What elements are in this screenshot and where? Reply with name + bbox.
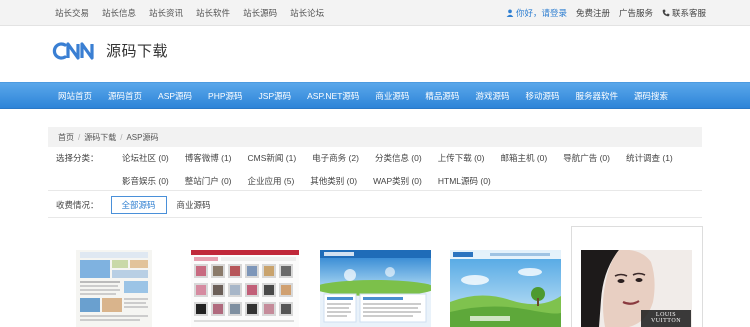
breadcrumb-separator: / [120, 132, 123, 142]
top-account: 你好，请登录 免费注册 广告服务 联系客服 [506, 0, 706, 26]
nav-source-home[interactable]: 源码首页 [108, 90, 142, 102]
category-wap[interactable]: WAP类别 (0) [373, 175, 422, 187]
source-thumbnail[interactable]: LOUIS VUITTON [581, 250, 692, 327]
nav-server-software[interactable]: 服务器软件 [575, 90, 618, 102]
thumbnail-image [191, 250, 299, 327]
category-enterprise[interactable]: 企业应用 (5) [248, 175, 295, 187]
category-label: 选择分类： [56, 153, 99, 163]
contact-text: 联系客服 [671, 8, 706, 18]
source-thumbnail[interactable] [320, 250, 431, 327]
nav-php[interactable]: PHP源码 [208, 90, 242, 102]
nav-asp[interactable]: ASP源码 [158, 90, 192, 102]
breadcrumb-home[interactable]: 首页 [58, 132, 74, 143]
phone-icon [662, 9, 670, 17]
nav-mobile[interactable]: 移动源码 [525, 90, 559, 102]
thumbnail-image [320, 250, 431, 327]
breadcrumb-separator: / [78, 132, 81, 142]
logo-text: 源码下载 [106, 43, 169, 60]
category-classifieds[interactable]: 分类信息 (0) [375, 152, 422, 164]
breadcrumb-downloads[interactable]: 源码下载 [84, 132, 116, 143]
category-ecommerce[interactable]: 电子商务 (2) [312, 152, 359, 164]
top-link-news[interactable]: 站长资讯 [149, 7, 183, 19]
register-link[interactable]: 免费注册 [576, 7, 610, 19]
site-logo[interactable]: 源码下载 [52, 40, 168, 61]
nav-games[interactable]: 游戏源码 [475, 90, 509, 102]
divider [48, 190, 702, 191]
user-icon [506, 9, 514, 17]
category-nav-ads[interactable]: 导航广告 (0) [563, 152, 610, 164]
main-nav: 网站首页 源码首页 ASP源码 PHP源码 JSP源码 ASP.NET源码 商业… [0, 82, 750, 109]
contact-link[interactable]: 联系客服 [662, 7, 706, 19]
thumbnail-image [76, 250, 152, 327]
category-forum[interactable]: 论坛社区 (0) [122, 152, 169, 164]
nav-commercial[interactable]: 商业源码 [375, 90, 409, 102]
charge-filter: 收费情况： 全部源码 商业源码 [56, 196, 221, 214]
top-link-software[interactable]: 站长软件 [196, 7, 230, 19]
nav-home[interactable]: 网站首页 [58, 90, 92, 102]
category-html[interactable]: HTML源码 (0) [438, 175, 491, 187]
source-thumbnail[interactable] [76, 250, 152, 327]
category-portal[interactable]: 整站门户 (0) [185, 175, 232, 187]
nav-aspnet[interactable]: ASP.NET源码 [307, 90, 359, 102]
category-stats[interactable]: 统计调查 (1) [626, 152, 673, 164]
top-link-info[interactable]: 站长信息 [102, 7, 136, 19]
nav-jsp[interactable]: JSP源码 [259, 90, 292, 102]
category-blog[interactable]: 博客微博 (1) [185, 152, 232, 164]
category-other[interactable]: 其他类别 (0) [310, 175, 357, 187]
top-link-trade[interactable]: 站长交易 [55, 7, 89, 19]
divider [48, 217, 702, 218]
source-thumbnail[interactable] [191, 250, 299, 327]
thumbnail-image [450, 250, 561, 327]
top-bar: 站长交易 站长信息 站长资讯 站长软件 站长源码 站长论坛 你好，请登录 免费注… [0, 0, 750, 26]
ads-link[interactable]: 广告服务 [619, 7, 653, 19]
category-cms[interactable]: CMS新闻 (1) [248, 152, 297, 164]
category-upload[interactable]: 上传下载 (0) [438, 152, 485, 164]
header: 源码下载 [0, 26, 750, 82]
tab-all-source[interactable]: 全部源码 [110, 196, 167, 214]
category-mail[interactable]: 邮箱主机 (0) [500, 152, 547, 164]
login-text: 你好，请登录 [515, 8, 567, 18]
category-list: 论坛社区 (0) 博客微博 (1) CMS新闻 (1) 电子商务 (2) 分类信… [122, 152, 712, 187]
tab-commercial-source[interactable]: 商业源码 [167, 196, 221, 214]
category-media[interactable]: 影音娱乐 (0) [122, 175, 169, 187]
nav-search[interactable]: 源码搜索 [634, 90, 668, 102]
breadcrumb-current[interactable]: ASP源码 [126, 132, 158, 143]
brand-caption: LOUIS VUITTON [650, 312, 682, 324]
source-thumbnail[interactable] [450, 250, 561, 327]
logo-mark-icon [52, 41, 94, 60]
top-link-source[interactable]: 站长源码 [243, 7, 277, 19]
login-link[interactable]: 你好，请登录 [506, 7, 567, 19]
breadcrumb: 首页 / 源码下载 / ASP源码 [48, 127, 702, 147]
charge-label: 收费情况： [56, 200, 99, 210]
top-links: 站长交易 站长信息 站长资讯 站长软件 站长源码 站长论坛 [55, 0, 324, 26]
top-link-forum[interactable]: 站长论坛 [290, 7, 324, 19]
nav-premium[interactable]: 精品源码 [425, 90, 459, 102]
